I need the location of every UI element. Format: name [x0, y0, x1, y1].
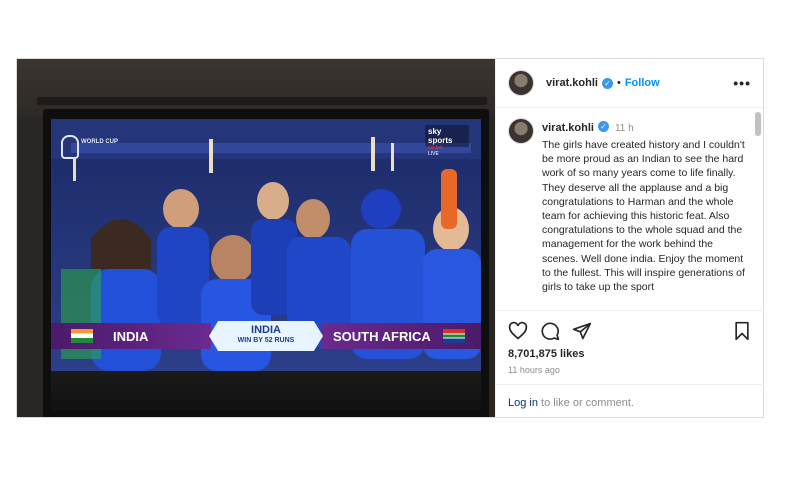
- share-icon[interactable]: [572, 321, 592, 341]
- bookmark-icon[interactable]: [732, 321, 752, 341]
- team-right-name: SOUTH AFRICA: [333, 329, 431, 344]
- header-username[interactable]: virat.kohli: [546, 77, 598, 89]
- result-box: INDIA WIN BY 52 RUNS: [209, 321, 323, 351]
- caption-time: 11 h: [614, 123, 634, 134]
- more-options-icon[interactable]: •••: [733, 75, 751, 91]
- caption-username[interactable]: virat.kohli: [542, 122, 594, 134]
- tv-screen: WORLD CUP sky sports cricket LIVE INDIA …: [51, 119, 481, 371]
- caption-text: The girls have created history and I cou…: [542, 139, 748, 294]
- winning-team: INDIA: [251, 324, 281, 336]
- likes-count[interactable]: 8,701,875 likes: [508, 348, 584, 360]
- login-link[interactable]: Log in: [508, 397, 538, 409]
- trophy-icon: [61, 135, 79, 159]
- comment-icon[interactable]: [540, 321, 560, 341]
- south-africa-flag-icon: [443, 329, 465, 343]
- result-scorebar: INDIA INDIA WIN BY 52 RUNS SOUTH AFRICA: [51, 321, 481, 351]
- india-flag-icon: [71, 329, 93, 343]
- separator-dot: •: [616, 77, 621, 89]
- caption-avatar[interactable]: [508, 118, 534, 144]
- heart-icon[interactable]: [508, 321, 528, 341]
- shelf: [37, 97, 487, 105]
- tv-bezel-bottom: [51, 371, 481, 411]
- scrollbar-thumb[interactable]: [755, 112, 761, 136]
- tv-frame: WORLD CUP sky sports cricket LIVE INDIA …: [43, 109, 489, 417]
- caption-area[interactable]: virat.kohli ✓ 11 h The girls have created …: [496, 108, 763, 310]
- world-cup-logo: WORLD CUP: [61, 135, 118, 165]
- follow-button[interactable]: Follow: [625, 77, 660, 89]
- instagram-post: WORLD CUP sky sports cricket LIVE INDIA …: [16, 58, 764, 418]
- login-prompt-text: to like or comment.: [537, 397, 634, 409]
- action-bar: [496, 310, 764, 350]
- post-header: virat.kohli ✓ • Follow •••: [496, 59, 763, 108]
- caption-verified-badge-icon: ✓: [597, 121, 609, 133]
- post-sidebar: virat.kohli ✓ • Follow ••• virat.kohli ✓ 1…: [495, 59, 764, 417]
- post-timestamp[interactable]: 11 hours ago: [508, 365, 560, 375]
- caption-scrollbar[interactable]: [755, 112, 761, 306]
- broadcaster-name: sky sports: [428, 127, 453, 145]
- team-left-name: INDIA: [113, 329, 149, 344]
- post-image[interactable]: WORLD CUP sky sports cricket LIVE INDIA …: [17, 59, 495, 417]
- result-text: WIN BY 52 RUNS: [237, 337, 295, 344]
- caption-row: virat.kohli ✓ 11 h The girls have created …: [508, 118, 751, 294]
- broadcaster-logo: sky sports cricket LIVE: [425, 125, 469, 157]
- verified-badge-icon: ✓: [601, 77, 613, 89]
- avatar[interactable]: [508, 70, 534, 96]
- world-cup-logo-text: WORLD CUP: [81, 139, 118, 145]
- caption-body: virat.kohli ✓ 11 h The girls have created …: [542, 118, 750, 294]
- live-indicator: LIVE: [428, 151, 439, 157]
- login-prompt: Log in to like or comment.: [496, 384, 764, 417]
